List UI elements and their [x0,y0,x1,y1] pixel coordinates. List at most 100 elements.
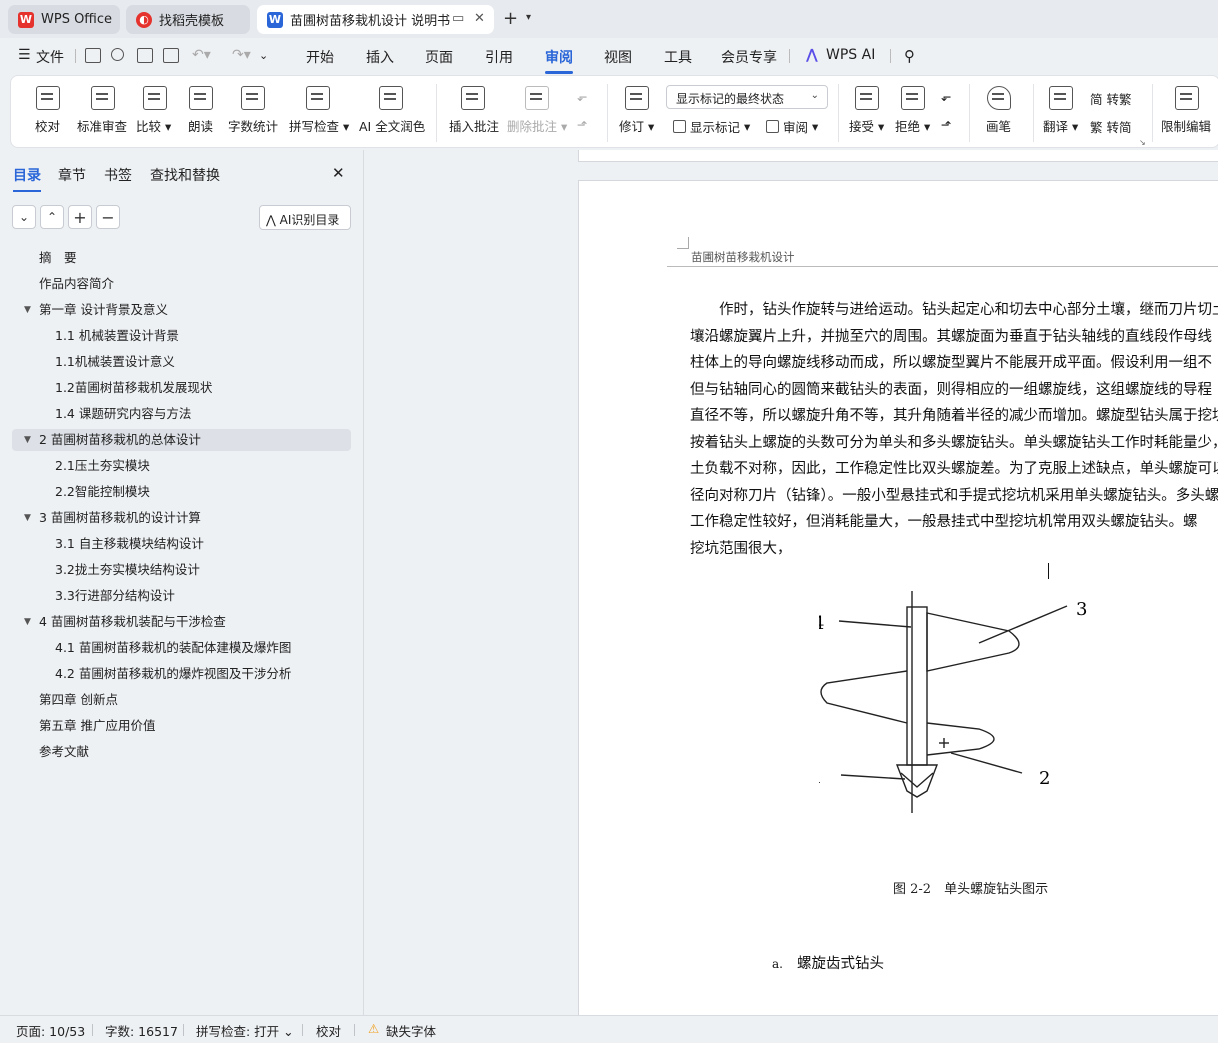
save-icon[interactable] [85,48,101,63]
toc-item[interactable]: 4.2 苗圃树苗移栽机的爆炸视图及干涉分析 [12,663,351,685]
redo-icon[interactable]: ↷▾ [232,47,251,63]
to-simplified-button[interactable]: 繁 转简 [1090,117,1132,136]
more-quick-actions-chevron-icon[interactable]: ⌄ [259,49,268,62]
tab-docer-templates[interactable]: ◐ 找稻壳模板 [126,5,250,34]
subheading[interactable]: a. 螺旋齿式钻头 [772,952,884,973]
toc-item-label: 参考文献 [39,744,90,759]
menu-page[interactable]: 页面 [425,47,453,67]
expand-triangle-icon[interactable]: ▼ [24,507,31,529]
previous-change-icon[interactable]: ⬐ [941,89,951,104]
collapse-up-icon[interactable]: ⌃ [40,205,64,229]
export-icon[interactable] [111,48,124,61]
print-icon[interactable] [137,48,153,63]
tab-chapters[interactable]: 章节 [58,165,86,185]
word-count-indicator[interactable]: 字数: 16517 [105,1021,178,1040]
track-changes-icon [625,86,649,110]
ai-polish-button[interactable]: AI 全文润色 [357,76,425,148]
restrict-editing-button[interactable]: 限制编辑 [1161,76,1213,148]
accept-button[interactable]: 接受 ▾ [847,76,887,148]
previous-comment-icon[interactable]: ⬐ [577,89,587,104]
spell-check-toggle[interactable]: 拼写检查: 打开 ⌄ [196,1021,294,1040]
toc-item[interactable]: 3.1 自主移栽模块结构设计 [12,533,351,555]
document-page[interactable]: 苗圃树苗移栽机设计 作时，钻头作旋转与进给运动。钻头起定心和切去中心部分土壤，继… [578,180,1218,1015]
tab-find-replace[interactable]: 查找和替换 [150,165,220,185]
toc-item[interactable]: 第五章 推广应用价值 [12,715,351,737]
remove-heading-icon[interactable]: − [96,205,120,229]
menu-wps-ai[interactable]: WPS AI [826,47,875,63]
proofread-status[interactable]: 校对 [316,1021,341,1040]
toc-item[interactable]: 1.1机械装置设计意义 [12,351,351,373]
next-comment-icon[interactable]: ⬏ [577,117,587,132]
close-tab-icon[interactable]: ✕ [474,11,485,26]
toc-item[interactable]: 摘 要 [12,247,351,269]
menu-insert[interactable]: 插入 [366,47,394,67]
toc-item[interactable]: 3.3行进部分结构设计 [12,585,351,607]
add-heading-icon[interactable]: + [68,205,92,229]
spell-check-button[interactable]: 拼写检查 ▾ [287,76,349,148]
expand-triangle-icon[interactable]: ▼ [24,299,31,321]
toc-item[interactable]: ▼ 4 苗圃树苗移栽机装配与干涉检查 [12,611,351,633]
menu-start[interactable]: 开始 [306,47,334,67]
toc-item[interactable]: ▼ 3 苗圃树苗移栽机的设计计算 [12,507,351,529]
proofread-button[interactable]: 校对 [31,76,65,148]
toc-item[interactable]: 2.1压土夯实模块 [12,455,351,477]
menu-file[interactable]: 文件 [36,47,64,67]
standard-review-button[interactable]: 标准审查 [77,76,129,148]
toc-item[interactable]: 3.2拢土夯实模块结构设计 [12,559,351,581]
toc-item[interactable]: 2.2智能控制模块 [12,481,351,503]
toc-item[interactable]: 参考文献 [12,741,351,763]
toc-item[interactable]: 1.2苗圃树苗移栽机发展现状 [12,377,351,399]
pen-button[interactable]: 画笔 [985,76,1013,148]
read-aloud-button[interactable]: 朗读 [187,76,215,148]
toc-item[interactable]: 作品内容简介 [12,273,351,295]
hamburger-icon[interactable]: ☰ [18,47,31,63]
insert-comment-button[interactable]: 插入批注 [447,76,499,148]
toc-item[interactable]: 1.4 课题研究内容与方法 [12,403,351,425]
toc-item-label: 4 苗圃树苗移栽机装配与干涉检查 [39,614,226,629]
toc-item[interactable]: ▼ 2 苗圃树苗移栽机的总体设计 [12,429,351,451]
word-count-button[interactable]: 字数统计 [227,76,279,148]
compare-button[interactable]: 比较 ▾ [135,76,175,148]
divider [1033,84,1034,142]
next-change-icon[interactable]: ⬏ [941,117,951,132]
document-canvas[interactable]: 苗圃树苗移栽机设计 作时，钻头作旋转与进给运动。钻头起定心和切去中心部分土壤，继… [364,150,1218,1015]
undo-icon[interactable]: ↶▾ [192,47,211,63]
ai-toc-button[interactable]: ⋀ AI识别目录 [259,205,351,230]
page-indicator[interactable]: 页面: 10/53 [16,1021,85,1040]
tab-list-chevron-icon[interactable]: ▾ [526,12,531,23]
accept-label: 接受 ▾ [849,119,885,134]
toc-item[interactable]: ▼ 第一章 设计背景及意义 [12,299,351,321]
print-preview-icon[interactable] [163,48,179,63]
expand-triangle-icon[interactable]: ▼ [24,429,31,451]
menu-member[interactable]: 会员专享 [721,47,777,67]
search-icon[interactable]: ⚲ [904,47,915,65]
toc-item-label: 第四章 创新点 [39,692,118,707]
tab-current-document[interactable]: W 苗圃树苗移栽机设计 说明书 ▭ ✕ [257,5,494,34]
translate-button[interactable]: 翻译 ▾ [1041,76,1081,148]
menu-review[interactable]: 审阅 [545,47,573,74]
reject-button[interactable]: 拒绝 ▾ [893,76,933,148]
markup-display-select[interactable]: 显示标记的最终状态 ⌄ [666,85,828,109]
ai-polish-label: AI 全文润色 [359,119,426,134]
close-pane-icon[interactable]: ✕ [332,164,345,182]
menu-view[interactable]: 视图 [604,47,632,67]
menu-references[interactable]: 引用 [485,47,513,67]
track-changes-button[interactable]: 修订 ▾ [617,76,657,148]
toc-item[interactable]: 1.1 机械装置设计背景 [12,325,351,347]
text-line: 工作稳定性较好，但消耗能量大，一般悬挂式中型挖坑机常用双头螺旋钻头。螺 [690,514,1198,530]
expand-down-icon[interactable]: ⌄ [12,205,36,229]
missing-font-status[interactable]: 缺失字体 [386,1021,436,1040]
tab-toc[interactable]: 目录 [13,165,41,192]
new-tab-plus-icon[interactable]: + [503,8,518,29]
expand-group-icon[interactable]: ↘ [1139,138,1146,147]
to-traditional-button[interactable]: 简 转繁 [1090,89,1132,108]
show-markup-button[interactable]: 显示标记 ▾ [673,117,750,136]
tab-wps-office[interactable]: W WPS Office [8,5,120,34]
tab-bookmarks[interactable]: 书签 [104,165,132,185]
toc-item[interactable]: 4.1 苗圃树苗移栽机的装配体建模及爆炸图 [12,637,351,659]
toc-item[interactable]: 第四章 创新点 [12,689,351,711]
review-pane-button[interactable]: 审阅 ▾ [766,117,818,136]
expand-triangle-icon[interactable]: ▼ [24,611,31,633]
float-window-icon[interactable]: ▭ [452,11,464,26]
menu-tools[interactable]: 工具 [664,47,692,67]
